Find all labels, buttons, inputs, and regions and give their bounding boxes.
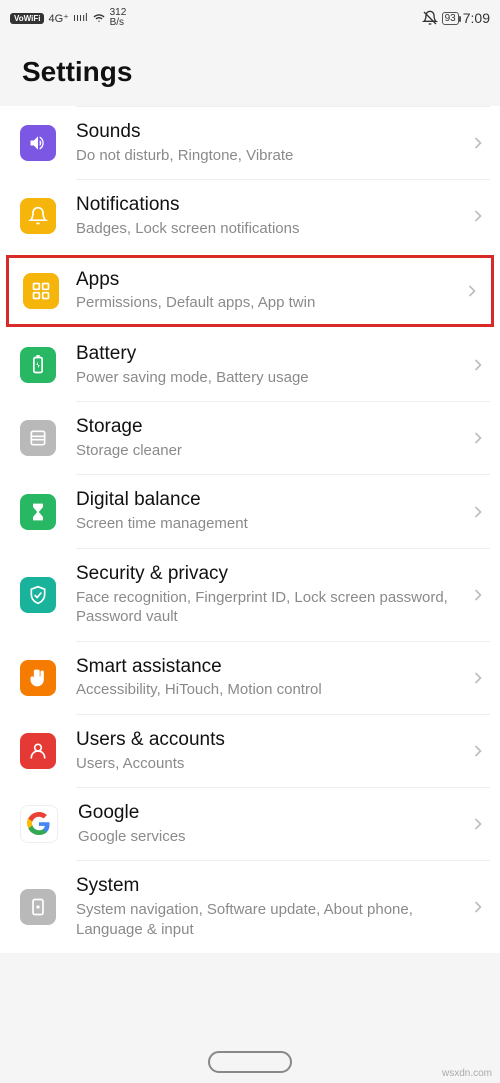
row-subtitle: Face recognition, Fingerprint ID, Lock s… <box>76 588 468 627</box>
row-sounds[interactable]: Sounds Do not disturb, Ringtone, Vibrate <box>0 107 500 179</box>
battery-charging-icon <box>20 347 56 383</box>
battery-icon: 93 <box>442 12 459 25</box>
chevron-right-icon <box>468 585 492 605</box>
chevron-right-icon <box>468 814 492 834</box>
row-battery[interactable]: Battery Power saving mode, Battery usage <box>0 329 500 401</box>
bell-icon <box>20 198 56 234</box>
chevron-right-icon <box>468 502 492 522</box>
hourglass-icon <box>20 494 56 530</box>
storage-icon <box>20 420 56 456</box>
row-system[interactable]: System System navigation, Software updat… <box>0 861 500 953</box>
chevron-right-icon <box>468 133 492 153</box>
page-title: Settings <box>0 36 500 106</box>
system-icon <box>20 889 56 925</box>
row-google[interactable]: Google Google services <box>0 788 500 860</box>
chevron-right-icon <box>468 668 492 688</box>
gesture-nav-bar[interactable] <box>0 1051 500 1073</box>
signal-icon: ııııl <box>73 12 88 24</box>
shield-icon <box>20 577 56 613</box>
settings-list: Sounds Do not disturb, Ringtone, Vibrate… <box>0 106 500 953</box>
row-users-accounts[interactable]: Users & accounts Users, Accounts <box>0 715 500 787</box>
chevron-right-icon <box>468 206 492 226</box>
row-notifications[interactable]: Notifications Badges, Lock screen notifi… <box>0 180 500 252</box>
chevron-right-icon <box>468 428 492 448</box>
chevron-right-icon <box>468 355 492 375</box>
row-title: Sounds <box>76 121 468 144</box>
row-title: Google <box>78 802 468 825</box>
row-storage[interactable]: Storage Storage cleaner <box>0 402 500 474</box>
apps-icon <box>23 273 59 309</box>
row-title: System <box>76 875 468 898</box>
row-title: Battery <box>76 343 468 366</box>
row-title: Smart assistance <box>76 656 468 679</box>
nav-pill[interactable] <box>208 1051 292 1073</box>
row-title: Apps <box>76 269 462 292</box>
vowifi-badge: VoWiFi <box>10 13 44 24</box>
row-apps[interactable]: Apps Permissions, Default apps, App twin <box>6 255 494 327</box>
row-title: Security & privacy <box>76 563 468 586</box>
row-smart-assistance[interactable]: Smart assistance Accessibility, HiTouch,… <box>0 642 500 714</box>
hand-icon <box>20 660 56 696</box>
row-title: Users & accounts <box>76 729 468 752</box>
settings-screen: { "status": { "vowifi": "VoWiFi", "net":… <box>0 0 500 1083</box>
row-subtitle: Screen time management <box>76 514 468 534</box>
wifi-icon <box>92 12 106 24</box>
row-subtitle: Users, Accounts <box>76 754 468 774</box>
watermark: wsxdn.com <box>442 1068 492 1079</box>
row-subtitle: System navigation, Software update, Abou… <box>76 900 468 939</box>
row-subtitle: Accessibility, HiTouch, Motion control <box>76 680 468 700</box>
row-digital-balance[interactable]: Digital balance Screen time management <box>0 475 500 547</box>
row-title: Notifications <box>76 194 468 217</box>
chevron-right-icon <box>468 741 492 761</box>
row-title: Digital balance <box>76 489 468 512</box>
row-subtitle: Do not disturb, Ringtone, Vibrate <box>76 146 468 166</box>
row-subtitle: Google services <box>78 827 468 847</box>
row-subtitle: Permissions, Default apps, App twin <box>76 293 462 313</box>
status-bar: VoWiFi 4G⁺ ııııl 312 B/s 93 7:09 <box>0 0 500 36</box>
dnd-off-icon <box>422 10 438 26</box>
user-icon <box>20 733 56 769</box>
sound-icon <box>20 125 56 161</box>
chevron-right-icon <box>462 281 486 301</box>
row-subtitle: Storage cleaner <box>76 441 468 461</box>
network-type: 4G⁺ <box>48 12 68 25</box>
clock: 7:09 <box>463 10 490 26</box>
row-security[interactable]: Security & privacy Face recognition, Fin… <box>0 549 500 641</box>
row-subtitle: Badges, Lock screen notifications <box>76 219 468 239</box>
google-icon <box>20 805 58 843</box>
row-title: Storage <box>76 416 468 439</box>
chevron-right-icon <box>468 897 492 917</box>
net-speed: 312 B/s <box>110 8 127 28</box>
row-subtitle: Power saving mode, Battery usage <box>76 368 468 388</box>
